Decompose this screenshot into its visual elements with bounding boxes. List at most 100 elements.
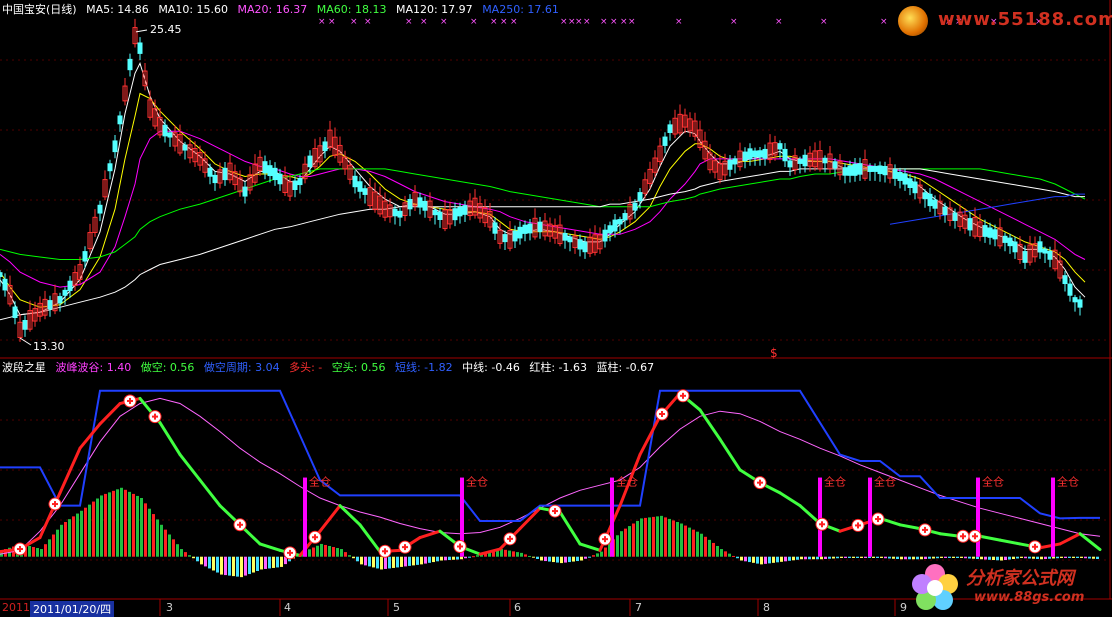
histogram-bar: [1052, 556, 1055, 559]
candle: [1062, 271, 1068, 292]
buy-signal-icon: [148, 410, 162, 424]
ma120-value: MA120: 17.97: [395, 3, 473, 16]
candle-body: [297, 177, 303, 186]
histogram-bar: [340, 549, 343, 557]
bear-segment: [578, 542, 602, 552]
top-x-mark: ×: [440, 17, 448, 27]
red-bar-value: 红柱: -1.63: [529, 361, 587, 374]
candle: [302, 156, 308, 184]
bear-segment: [258, 542, 282, 552]
candle-body: [1062, 275, 1068, 285]
candle: [607, 221, 613, 242]
candle: [127, 53, 133, 77]
candle: [342, 150, 348, 176]
candle: [272, 162, 278, 186]
histogram-bar: [568, 556, 571, 563]
candle: [997, 218, 1003, 249]
histogram-bar: [680, 523, 683, 557]
candle-body: [617, 219, 623, 225]
candle: [487, 203, 493, 232]
candle: [737, 142, 743, 171]
histogram-bar: [792, 556, 795, 561]
candle: [887, 157, 893, 184]
buy-signal-icon: [871, 512, 885, 526]
candle: [267, 160, 273, 183]
bear-value: 空头: 0.56: [331, 361, 386, 374]
x-label-month-4: 4: [284, 601, 291, 614]
histogram-bar: [280, 556, 283, 567]
candle: [42, 290, 48, 320]
candle: [97, 200, 103, 222]
candle: [167, 130, 173, 147]
candle-body: [407, 198, 413, 210]
histogram-bar: [868, 556, 871, 558]
candle-body: [872, 165, 878, 172]
histogram-bar: [796, 556, 799, 560]
full-position-bar: [303, 477, 307, 557]
candle: [107, 159, 113, 180]
candle-body: [912, 181, 918, 194]
candle: [377, 186, 383, 217]
candle: [667, 120, 673, 141]
histogram-bar: [444, 556, 447, 561]
histogram-bar: [724, 551, 727, 557]
candle: [1012, 236, 1018, 259]
histogram-bar: [204, 556, 207, 567]
histogram-bar: [916, 556, 919, 560]
candle: [627, 196, 633, 224]
bull-segment: [1058, 532, 1082, 546]
histogram-bar: [80, 510, 83, 557]
bear-segment: [718, 437, 742, 472]
candle-body: [907, 178, 913, 188]
top-x-mark: ×: [500, 17, 508, 27]
histogram-bar: [828, 556, 831, 559]
histogram-bar: [900, 556, 903, 560]
histogram-bar: [140, 497, 143, 557]
candle: [777, 140, 783, 159]
candle: [57, 292, 63, 312]
top-x-mark: ×: [600, 17, 608, 27]
histogram-bar: [68, 519, 71, 557]
candle: [967, 212, 973, 237]
candle-body: [847, 165, 853, 176]
candle-body: [437, 211, 443, 221]
candle-body: [397, 210, 403, 218]
histogram-bar: [224, 556, 227, 576]
full-position-label: 全仓: [616, 475, 638, 489]
candle-body: [562, 232, 568, 241]
histogram-bar: [272, 556, 275, 568]
candle: [217, 162, 223, 189]
histogram-bar: [192, 556, 195, 559]
buy-signal-icon: [598, 532, 612, 546]
bull-segment: [418, 529, 442, 540]
buy-signal-icon: [13, 542, 27, 556]
candle-body: [882, 165, 888, 176]
candle: [812, 142, 818, 171]
histogram-bar: [960, 556, 963, 558]
candle: [557, 215, 563, 247]
histogram-bar: [664, 517, 667, 557]
histogram-bar: [532, 556, 535, 558]
candle: [317, 137, 323, 166]
candle-body: [942, 206, 948, 216]
candle: [682, 108, 688, 134]
histogram-bar: [332, 547, 335, 557]
candle-body: [932, 199, 938, 209]
top-x-mark: ×: [318, 17, 326, 27]
candle-body: [727, 159, 733, 170]
candle: [987, 222, 993, 245]
candle: [52, 284, 58, 315]
candle-body: [577, 239, 583, 250]
histogram-bar: [220, 556, 223, 575]
low-marker: [19, 337, 32, 346]
candle-body: [502, 234, 508, 243]
candle-body: [1002, 235, 1008, 243]
histogram-bar: [704, 536, 707, 557]
histogram-bar: [1092, 556, 1095, 559]
candle: [797, 156, 803, 174]
histogram-bar: [952, 556, 955, 558]
histogram-bar: [520, 552, 523, 557]
top-x-mark: ×: [575, 17, 583, 27]
buy-signal-icon: [233, 518, 247, 532]
candle-body: [582, 241, 588, 253]
